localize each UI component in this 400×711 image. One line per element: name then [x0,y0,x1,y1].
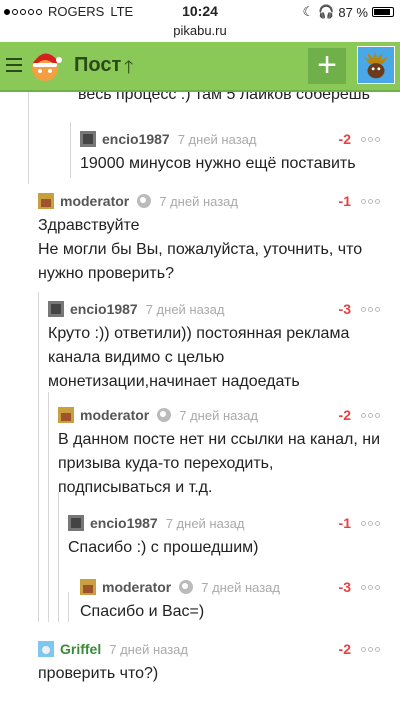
comment-rating: -3 [338,301,351,317]
comment-author[interactable]: moderator [102,579,171,595]
comment-time: 7 дней назад [177,131,257,147]
comment: encio1987 7 дней назад -3 Круто :)) отве… [48,298,400,394]
comment-text: Круто :)) ответили)) постоянная реклама … [48,325,350,390]
comment-text: Здравствуйте Не могли бы Вы, пожалуйста,… [38,217,363,282]
thread-line [58,492,59,622]
headphones-icon: 🎧 [318,4,335,19]
pikabu-logo[interactable] [28,49,62,83]
comment-text: Спасибо :) с прошедшим) [68,539,259,556]
more-icon[interactable] [361,584,380,590]
thread-line [68,592,69,622]
comment-rating: -1 [338,193,351,209]
moderator-badge-icon [179,580,194,594]
avatar[interactable] [80,579,96,595]
app-header: Пост 🡑 + [0,42,400,92]
status-bar: ROGERS LTE 10:24 ☾ 🎧 87 % [0,0,400,22]
page-title: Пост [74,54,122,76]
comment-rating: -2 [338,407,351,423]
moderator-badge-icon [157,408,172,422]
comment-author[interactable]: Griffel [60,641,101,657]
comment: encio1987 7 дней назад -1 Спасибо :) с п… [68,512,400,560]
more-icon[interactable] [361,646,380,652]
comment-time: 7 дней назад [145,301,225,317]
add-post-button[interactable]: + [308,48,346,84]
comment-text: В данном посте нет ни ссылки на канал, н… [58,431,380,496]
comment-text: 19000 минусов нужно ещё поставить [80,155,356,172]
thread-line [28,92,29,184]
moon-icon: ☾ [302,4,315,19]
battery-percent: 87 % [338,4,368,20]
avatar[interactable] [68,515,84,531]
more-icon[interactable] [361,306,380,312]
comment-text-partial: весь процесс :) там 5 лайков соберёшь [78,92,370,103]
comment-rating: -1 [338,515,351,531]
comment-rating: -3 [338,579,351,595]
avatar[interactable] [58,407,74,423]
address-bar[interactable]: pikabu.ru [0,22,400,42]
arrow-up-icon[interactable]: 🡑 [124,55,133,85]
comment: Griffel 7 дней назад -2 проверить что?) [38,638,400,686]
comment-rating: -2 [338,641,351,657]
more-icon[interactable] [361,198,380,204]
comment-author[interactable]: encio1987 [70,301,138,317]
comment-author[interactable]: moderator [80,407,149,423]
battery-icon [372,7,394,17]
comment-author[interactable]: encio1987 [102,131,170,147]
comment-text: Спасибо и Вас=) [80,603,205,620]
comment-time: 7 дней назад [165,515,245,531]
more-icon[interactable] [361,412,380,418]
comment: encio1987 7 дней назад -2 19000 минусов … [80,128,400,176]
comment-time: 7 дней назад [109,641,188,657]
avatar[interactable] [48,301,64,317]
comment: moderator 7 дней назад -1 Здравствуйте Н… [38,190,400,286]
comment-time: 7 дней назад [179,407,258,423]
comment: moderator 7 дней назад -2 В данном посте… [58,404,400,500]
more-icon[interactable] [361,136,380,142]
comment-time: 7 дней назад [201,579,280,595]
user-avatar[interactable] [357,46,395,84]
comment-author[interactable]: moderator [60,193,129,209]
moderator-badge-icon [137,194,152,208]
menu-icon[interactable] [6,58,22,76]
comment-rating: -2 [338,131,351,147]
comments-area: весь процесс :) там 5 лайков соберёшь en… [0,92,400,711]
thread-line [38,292,39,622]
comment-time: 7 дней назад [159,193,238,209]
avatar[interactable] [38,641,54,657]
status-right: ☾ 🎧 87 % [303,4,394,20]
thread-line [70,122,71,178]
more-icon[interactable] [361,520,380,526]
thread-line [48,392,49,622]
comment: moderator 7 дней назад -3 Спасибо и Вас=… [80,576,400,624]
comment-text: проверить что?) [38,665,159,682]
avatar[interactable] [80,131,96,147]
comment-author[interactable]: encio1987 [90,515,158,531]
avatar[interactable] [38,193,54,209]
